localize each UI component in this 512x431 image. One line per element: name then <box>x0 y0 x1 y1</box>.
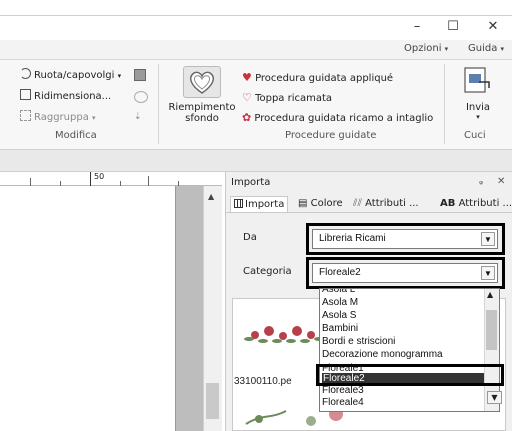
group-icon <box>20 110 31 121</box>
tab-guide-label: Guida <box>468 43 498 54</box>
tab-attributes-2-label: Attributi ... <box>458 198 512 209</box>
group-label-modifica: Modifica <box>55 130 97 141</box>
embroidered-patch-button[interactable]: ♡ Toppa ricamata <box>242 90 332 106</box>
align-icon[interactable]: ⇣ <box>134 112 148 124</box>
stitch-icon: ⫽⫽ <box>353 198 362 209</box>
chevron-down-icon: ▾ <box>444 45 449 53</box>
send-label: Invia <box>465 102 491 113</box>
text-ab-icon: AB <box>440 198 456 209</box>
highlight-box-from <box>306 223 505 255</box>
title-bar-line <box>0 15 512 16</box>
ruler-tick <box>148 176 149 186</box>
chevron-down-icon: ▾ <box>476 113 480 121</box>
floral-design-thumbnail[interactable] <box>243 319 327 349</box>
fill-background-button[interactable] <box>183 66 221 98</box>
color-picker-icon[interactable] <box>134 69 146 81</box>
panel-tab-bar: Importa ▤ Colore ⫽⫽ Attributi ... AB Att… <box>225 193 512 213</box>
fill-background-line1: Riempimento <box>168 102 236 113</box>
close-button[interactable]: ✕ <box>478 17 508 37</box>
list-item[interactable]: Asola S <box>322 310 356 322</box>
rotate-icon <box>20 68 31 79</box>
title-bar: – ☐ ✕ <box>0 0 512 40</box>
minimize-button[interactable]: – <box>402 17 432 37</box>
design-page[interactable] <box>0 186 176 431</box>
maximize-button[interactable]: ☐ <box>438 17 468 37</box>
tab-attributes-2[interactable]: AB Attributi ... <box>440 196 512 212</box>
list-item[interactable]: Bordi e striscioni <box>322 336 395 348</box>
ruler-tick <box>30 178 31 186</box>
send-button[interactable]: Invia ▾ <box>463 102 493 121</box>
list-item[interactable]: Floreale3 <box>322 385 364 397</box>
tab-options[interactable]: Opzioni ▾ <box>404 43 448 54</box>
resize-icon <box>20 89 31 100</box>
chevron-down-icon: ▾ <box>500 45 505 53</box>
ribbon: Ruota/capovolgi ▾ Ridimensiona... Raggru… <box>0 60 512 150</box>
highlight-box-selected-item <box>316 364 504 386</box>
tab-attributes-1[interactable]: ⫽⫽ Attributi ... <box>353 196 419 212</box>
ruler-tick <box>90 172 91 186</box>
heart-stitch-icon <box>190 71 214 94</box>
highlight-box-category <box>306 257 505 289</box>
chevron-down-icon: ▾ <box>117 72 122 80</box>
send-icon[interactable] <box>459 66 493 96</box>
list-item[interactable]: Floreale4 <box>322 397 364 409</box>
scroll-up-icon[interactable]: ▲ <box>208 192 214 201</box>
panel-close-icon[interactable]: ✕ <box>497 176 505 187</box>
group-separator <box>444 64 445 144</box>
scroll-up-icon[interactable]: ▲ <box>487 290 493 299</box>
resize-label: Ridimensiona... <box>34 91 112 102</box>
tab-color[interactable]: ▤ Colore <box>298 196 343 212</box>
tab-import-label: Importa <box>245 199 285 210</box>
toolbar-strip <box>0 150 512 172</box>
applique-wizard-label: Procedura guidata appliqué <box>255 73 394 84</box>
flower-icon: ✿ <box>242 111 252 124</box>
list-item[interactable]: Asola M <box>322 297 358 309</box>
resize-button[interactable]: Ridimensiona... <box>20 89 111 105</box>
rotate-flip-label: Ruota/capovolgi <box>34 70 115 81</box>
group-label: Raggruppa <box>34 112 89 123</box>
from-label: Da <box>243 232 257 243</box>
group-label-cuci: Cuci <box>464 130 486 141</box>
dropdown-scrollbar-thumb[interactable] <box>486 310 497 350</box>
rotate-flip-button[interactable]: Ruota/capovolgi ▾ <box>20 68 121 84</box>
fill-background-label: Riempimento sfondo <box>166 102 238 124</box>
chevron-down-icon: ▾ <box>92 114 96 122</box>
fill-background-line2: sfondo <box>185 113 219 124</box>
category-label: Categoria <box>243 266 292 277</box>
list-item[interactable]: Asola L <box>322 289 355 296</box>
tab-guide[interactable]: Guida ▾ <box>468 43 504 54</box>
tab-color-label: Colore <box>310 198 343 209</box>
group-button[interactable]: Raggruppa ▾ <box>20 110 96 126</box>
design-file-name: 33100110.pe <box>234 376 292 387</box>
panel-title: Importa <box>231 177 271 188</box>
cutwork-wizard-button[interactable]: ✿ Procedura guidata ricamo a intaglio <box>242 110 433 126</box>
heart-outline-icon: ♡ <box>242 91 252 104</box>
thread-icon: ▤ <box>298 198 308 209</box>
embroidered-patch-label: Toppa ricamata <box>255 93 333 104</box>
applique-wizard-button[interactable]: ♥ Procedura guidata appliqué <box>242 70 393 86</box>
horizontal-ruler: 50 <box>0 172 222 186</box>
tab-import[interactable]: Importa <box>230 196 289 212</box>
tab-options-label: Opzioni <box>404 43 442 54</box>
cutwork-wizard-label: Procedura guidata ricamo a intaglio <box>254 113 434 124</box>
group-separator <box>158 64 159 144</box>
scrollbar-thumb[interactable] <box>206 383 219 419</box>
ruler-mark-label: 50 <box>94 172 105 181</box>
group-label-procedure-guidate: Procedure guidate <box>285 130 377 141</box>
shape-icon[interactable] <box>134 91 148 103</box>
category-dropdown-list[interactable]: Asola L Asola M Asola S Bambini Bordi e … <box>319 288 500 412</box>
pin-icon[interactable]: ᵩ <box>479 176 483 187</box>
heart-icon: ♥ <box>242 71 252 84</box>
grid-icon <box>234 199 243 208</box>
tab-attributes-1-label: Attributi ... <box>365 198 419 209</box>
scroll-down-icon[interactable]: ▼ <box>487 391 502 404</box>
list-item[interactable]: Decorazione monogramma <box>322 349 443 361</box>
list-item[interactable]: Bambini <box>322 323 358 335</box>
ribbon-tab-bar: Opzioni ▾ Guida ▾ <box>0 40 512 60</box>
